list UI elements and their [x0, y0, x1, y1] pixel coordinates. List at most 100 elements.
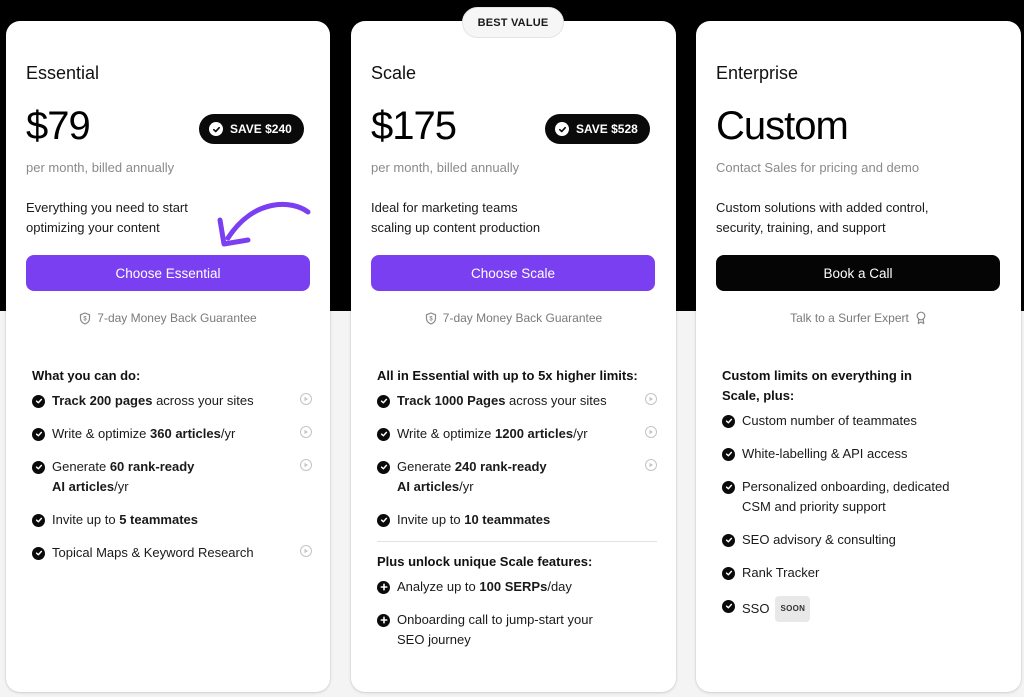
billing-note: per month, billed annually [26, 160, 175, 175]
feature-text: Rank Tracker [742, 565, 820, 580]
feature-item: Topical Maps & Keyword Research [32, 543, 312, 563]
description-line: Ideal for marketing teams [371, 200, 518, 215]
features-heading: Custom limits on everything in Scale, pl… [722, 366, 1002, 406]
feature-bold: Track 200 pages [52, 393, 153, 408]
shield-dollar-icon: $ [425, 311, 436, 325]
feature-text: Custom number of teammates [742, 413, 917, 428]
feature-text: /yr [220, 426, 236, 441]
feature-bold: Track 1000 Pages [397, 393, 506, 408]
feature-text: SSO [742, 601, 770, 616]
check-circle-icon [32, 460, 45, 474]
feature-text: Write & optimize [52, 426, 151, 441]
save-badge: SAVE $240 [199, 114, 304, 144]
check-circle-icon [32, 546, 45, 560]
check-circle-icon [377, 460, 390, 474]
extra-feature-item: Onboarding call to jump-start your SEO jo… [377, 610, 657, 650]
feature-bold: 100 SERPs [479, 579, 548, 594]
feature-text: /day [547, 579, 572, 594]
feature-text: /yr [459, 479, 474, 494]
talk-to-expert-link[interactable]: Talk to a Surfer Expert [696, 311, 1021, 325]
feature-item: SEO advisory & consulting [722, 530, 1002, 550]
talk-to-expert-label[interactable]: Talk to a Surfer Expert [790, 311, 909, 325]
plan-card-enterprise: Enterprise Custom Contact Sales for pric… [696, 21, 1021, 692]
curved-arrow-icon [217, 201, 311, 247]
feature-bold: 1200 articles [495, 426, 574, 441]
feature-text: White-labelling & API access [742, 446, 908, 461]
feature-item: Generate 240 rank-ready AI articles/yr [377, 457, 657, 497]
plan-card-scale: Scale $175 SAVE $528 per month, billed a… [351, 21, 676, 692]
play-video-icon[interactable] [300, 426, 312, 438]
feature-item: Track 1000 Pages across your sites [377, 391, 657, 411]
extra-feature-item: Analyze up to 100 SERPs/day [377, 577, 657, 597]
description-line: Everything you need to start [26, 200, 188, 215]
feature-text: Invite up to [397, 512, 465, 527]
verified-check-icon [555, 122, 569, 136]
check-circle-icon [32, 513, 45, 527]
plus-circle-icon [377, 613, 390, 627]
feature-item: Track 200 pages across your sites [32, 391, 312, 411]
plan-description: Everything you need to start optimizing … [26, 198, 188, 238]
divider [377, 541, 657, 542]
plan-price: Custom [716, 104, 849, 148]
check-circle-icon [32, 427, 45, 441]
description-line: optimizing your content [26, 220, 160, 235]
feature-list: Custom limits on everything in Scale, pl… [722, 366, 1002, 635]
feature-text: SEO journey [397, 632, 471, 647]
feature-item: Rank Tracker [722, 563, 1002, 583]
features-heading-line: Custom limits on everything in [722, 368, 912, 383]
play-video-icon[interactable] [300, 545, 312, 557]
feature-item: Invite up to 10 teammates [377, 510, 657, 530]
play-video-icon[interactable] [300, 393, 312, 405]
book-a-call-button[interactable]: Book a Call [716, 255, 1000, 291]
guarantee-label: 7-day Money Back Guarantee [442, 311, 603, 325]
feature-list: What you can do: Track 200 pages across … [32, 366, 312, 576]
feature-bold: 360 articles [150, 426, 221, 441]
features-heading-line: Scale, plus: [722, 388, 795, 403]
feature-text: CSM and priority support [742, 499, 886, 514]
save-badge: SAVE $528 [545, 114, 650, 144]
plan-name: Essential [26, 63, 100, 83]
check-circle-icon [722, 533, 735, 547]
feature-item: Personalized onboarding, dedicated CSM an… [722, 477, 1002, 517]
soon-badge: SOON [775, 596, 811, 622]
shield-dollar-icon: $ [80, 311, 91, 325]
play-video-icon[interactable] [645, 426, 657, 438]
billing-note: Contact Sales for pricing and demo [716, 160, 920, 175]
choose-essential-button[interactable]: Choose Essential [26, 255, 310, 291]
check-circle-icon [722, 447, 735, 461]
guarantee-label: 7-day Money Back Guarantee [97, 311, 257, 325]
check-circle-icon [32, 394, 45, 408]
award-ribbon-icon [916, 311, 926, 325]
feature-text: /yr [573, 426, 588, 441]
play-video-icon[interactable] [300, 459, 312, 471]
plan-name: Enterprise [716, 63, 799, 83]
feature-bold: AI articles [52, 479, 115, 494]
plan-description: Custom solutions with added control, sec… [716, 198, 928, 238]
save-badge-label: SAVE $528 [576, 122, 638, 136]
description-line: scaling up content production [371, 220, 541, 235]
description-line: Custom solutions with added control, [716, 200, 929, 215]
plus-circle-icon [377, 580, 390, 594]
feature-bold: 10 teammates [464, 512, 551, 527]
feature-item: Custom number of teammates [722, 411, 1002, 431]
feature-item: White-labelling & API access [722, 444, 1002, 464]
feature-text: Personalized onboarding, dedicated [742, 479, 950, 494]
verified-check-icon [209, 122, 223, 136]
feature-bold: AI articles [397, 479, 460, 494]
best-value-badge: BEST VALUE [462, 7, 564, 38]
features-heading: What you can do: [32, 368, 141, 383]
feature-item: Invite up to 5 teammates [32, 510, 312, 530]
save-badge-label: SAVE $240 [230, 122, 292, 136]
check-circle-icon [377, 513, 390, 527]
plan-card-essential: Essential $79 SAVE $240 per month, bille… [6, 21, 330, 692]
features-heading: All in Essential with up to 5x higher li… [377, 368, 638, 383]
play-video-icon[interactable] [645, 459, 657, 471]
feature-text: Analyze up to [397, 579, 480, 594]
feature-text: Onboarding call to jump-start your [397, 612, 593, 627]
feature-text: Generate [52, 459, 110, 474]
choose-scale-button[interactable]: Choose Scale [371, 255, 655, 291]
check-circle-icon [377, 394, 390, 408]
feature-text: across your sites [152, 393, 254, 408]
play-video-icon[interactable] [645, 393, 657, 405]
feature-bold: 240 rank-ready [454, 459, 547, 474]
